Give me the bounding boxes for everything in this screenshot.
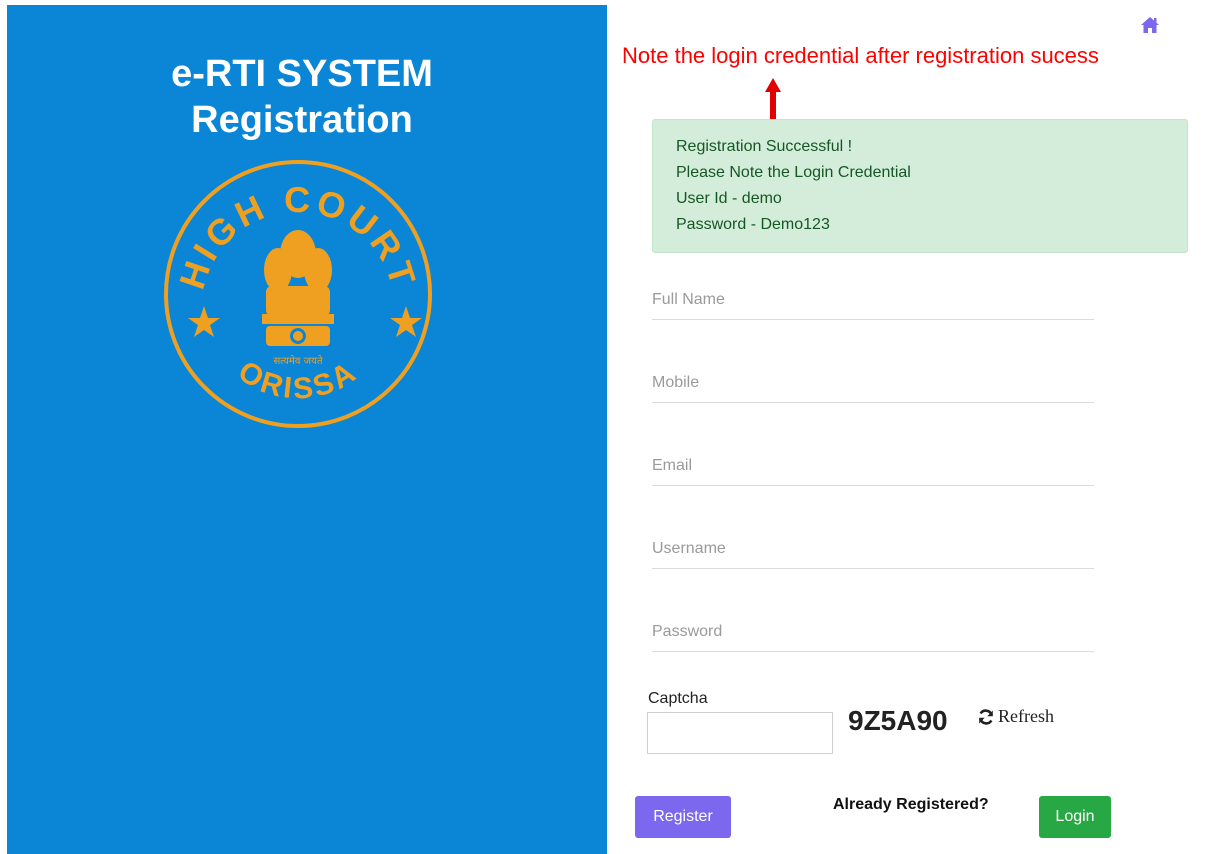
home-icon[interactable] [1140,16,1160,34]
email-input[interactable] [652,446,1094,486]
star-icon [390,306,422,337]
registration-page: e-RTI SYSTEM Registration HIGH COURT ORI… [0,0,1215,854]
title-line-1: e-RTI SYSTEM [171,53,433,95]
annotation-note: Note the login credential after registra… [622,43,1099,68]
arrow-up-icon [765,78,781,124]
refresh-captcha-button[interactable]: Refresh [978,706,1054,727]
page-title: e-RTI SYSTEM Registration [7,51,597,143]
password-input[interactable] [652,612,1094,652]
refresh-icon [979,708,993,725]
register-button[interactable]: Register [635,796,731,838]
alert-line-4: Password - Demo123 [676,216,830,233]
login-button[interactable]: Login [1039,796,1111,838]
alert-line-1: Registration Successful ! [676,138,853,155]
star-icon [188,306,220,337]
high-court-seal-logo: HIGH COURT ORISSA सत्यमेव जयते [164,160,432,428]
title-line-2: Registration [191,99,413,141]
already-registered-text: Already Registered? [833,796,989,813]
seal-motto: सत्यमेव जयते [273,355,322,367]
left-panel: e-RTI SYSTEM Registration HIGH COURT ORI… [7,5,607,854]
refresh-label: Refresh [998,706,1054,726]
username-input[interactable] [652,529,1094,569]
national-emblem-icon [262,230,334,346]
captcha-input[interactable] [647,712,833,754]
mobile-input[interactable] [652,363,1094,403]
full-name-input[interactable] [652,280,1094,320]
success-alert: Registration Successful ! Please Note th… [652,119,1188,253]
alert-line-3: User Id - demo [676,190,782,207]
alert-line-2: Please Note the Login Credential [676,164,911,181]
captcha-code: 9Z5A90 [848,705,948,736]
captcha-label: Captcha [648,690,708,707]
